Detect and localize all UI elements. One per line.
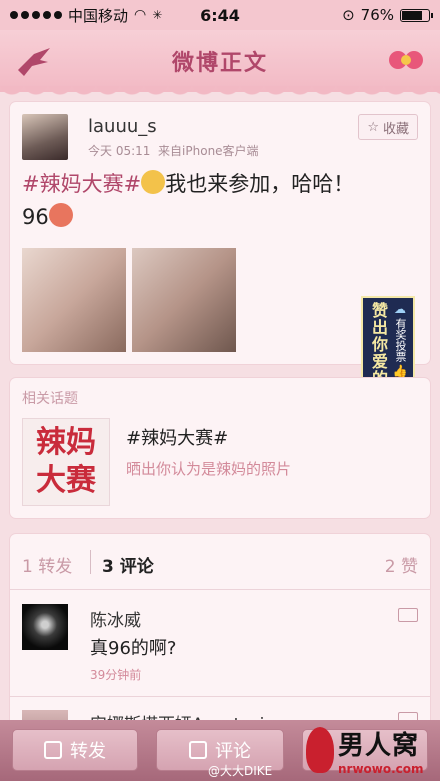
comment-text: 真96的啊? <box>90 638 177 659</box>
post-text: #辣妈大赛# 我也来参加，哈哈！ 96 <box>22 168 418 234</box>
post-body: 我也来参加，哈哈！ <box>165 172 355 196</box>
post-photo-2[interactable] <box>132 248 236 352</box>
back-bird-icon[interactable] <box>14 40 54 80</box>
post-source: 来自iPhone客户端 <box>158 144 259 158</box>
tab-likes[interactable]: 2 赞 <box>385 552 418 577</box>
header-scallop <box>0 86 440 100</box>
avatar[interactable] <box>22 114 68 160</box>
watermark-url: nrwowo.com <box>338 761 424 776</box>
comment-author[interactable]: 陈冰威 <box>90 606 141 631</box>
comment-label: 评论 <box>215 741 251 762</box>
tab-comments[interactable]: 3 评论 <box>102 552 154 577</box>
post-body-line2: 96 <box>22 205 49 229</box>
comment-divider <box>10 696 430 697</box>
tab-divider <box>90 550 91 574</box>
star-icon: ☆ <box>367 119 379 135</box>
watermark-logo: 男人窝 nrwowo.com <box>306 722 436 778</box>
favorite-button[interactable]: ☆ 收藏 <box>358 114 418 140</box>
comments-section: 1 转发 3 评论 2 赞 陈冰威 真96的啊? 39分钟前 安娜斯塔西娅Ana… <box>10 534 430 735</box>
tab-reposts[interactable]: 1 转发 <box>22 552 72 577</box>
battery-percent: 76% <box>360 6 394 24</box>
post-meta: 今天 05:11 来自iPhone客户端 <box>88 142 259 159</box>
clock: 6:44 <box>200 5 240 25</box>
page-title: 微博正文 <box>171 51 268 76</box>
watermark-figure-icon <box>306 727 334 773</box>
related-topic-label: 相关话题 <box>22 391 78 407</box>
favorite-label: 收藏 <box>382 121 409 137</box>
repost-icon <box>44 741 62 759</box>
rotation-lock-icon: ⊙ <box>342 6 355 24</box>
nav-header: 微博正文 <box>0 30 440 92</box>
repost-button[interactable]: 转发 <box>12 729 138 771</box>
repost-label: 转发 <box>70 741 106 762</box>
cloud-icon: ☁ <box>394 302 406 316</box>
status-bar: 中国移动 ◠ ✳ 6:44 ⊙ 76% <box>0 0 440 30</box>
topic-image: 辣妈 大赛 <box>22 418 110 506</box>
post-username[interactable]: lauuu_s <box>88 116 157 137</box>
kiss-emoji-icon <box>141 170 166 194</box>
topic-description: 晒出你认为是辣妈的照片 <box>126 460 292 478</box>
vote-banner-sub: 有奖投票 <box>394 318 407 362</box>
bow-menu-icon[interactable] <box>386 40 426 80</box>
post-time: 今天 05:11 <box>88 144 151 158</box>
reply-icon[interactable] <box>398 608 418 622</box>
signal-icon <box>10 11 62 19</box>
loading-icon: ✳ <box>152 8 163 22</box>
weibo-watermark: @大大DIKE <box>208 764 273 778</box>
topic-image-text-2: 大赛 <box>36 463 96 498</box>
comment-time: 39分钟前 <box>90 668 142 682</box>
comment-icon <box>189 741 207 759</box>
blush-emoji-icon <box>48 203 73 227</box>
carrier-label: 中国移动 <box>68 6 129 25</box>
thumbs-up-icon: 👍 <box>392 364 408 378</box>
wifi-icon: ◠ <box>134 7 147 23</box>
comment-avatar[interactable] <box>22 604 68 650</box>
engagement-tabs: 1 转发 3 评论 2 赞 <box>10 534 430 590</box>
post-photo-1[interactable] <box>22 248 126 352</box>
post-hashtag[interactable]: #辣妈大赛# <box>22 172 141 196</box>
watermark-text: 男人窝 <box>338 730 420 761</box>
related-topic-card[interactable]: 相关话题 辣妈 大赛 #辣妈大赛# 晒出你认为是辣妈的照片 <box>10 378 430 518</box>
battery-icon <box>400 8 433 22</box>
topic-title: #辣妈大赛# <box>126 428 229 449</box>
topic-image-text-1: 辣妈 <box>36 425 96 460</box>
